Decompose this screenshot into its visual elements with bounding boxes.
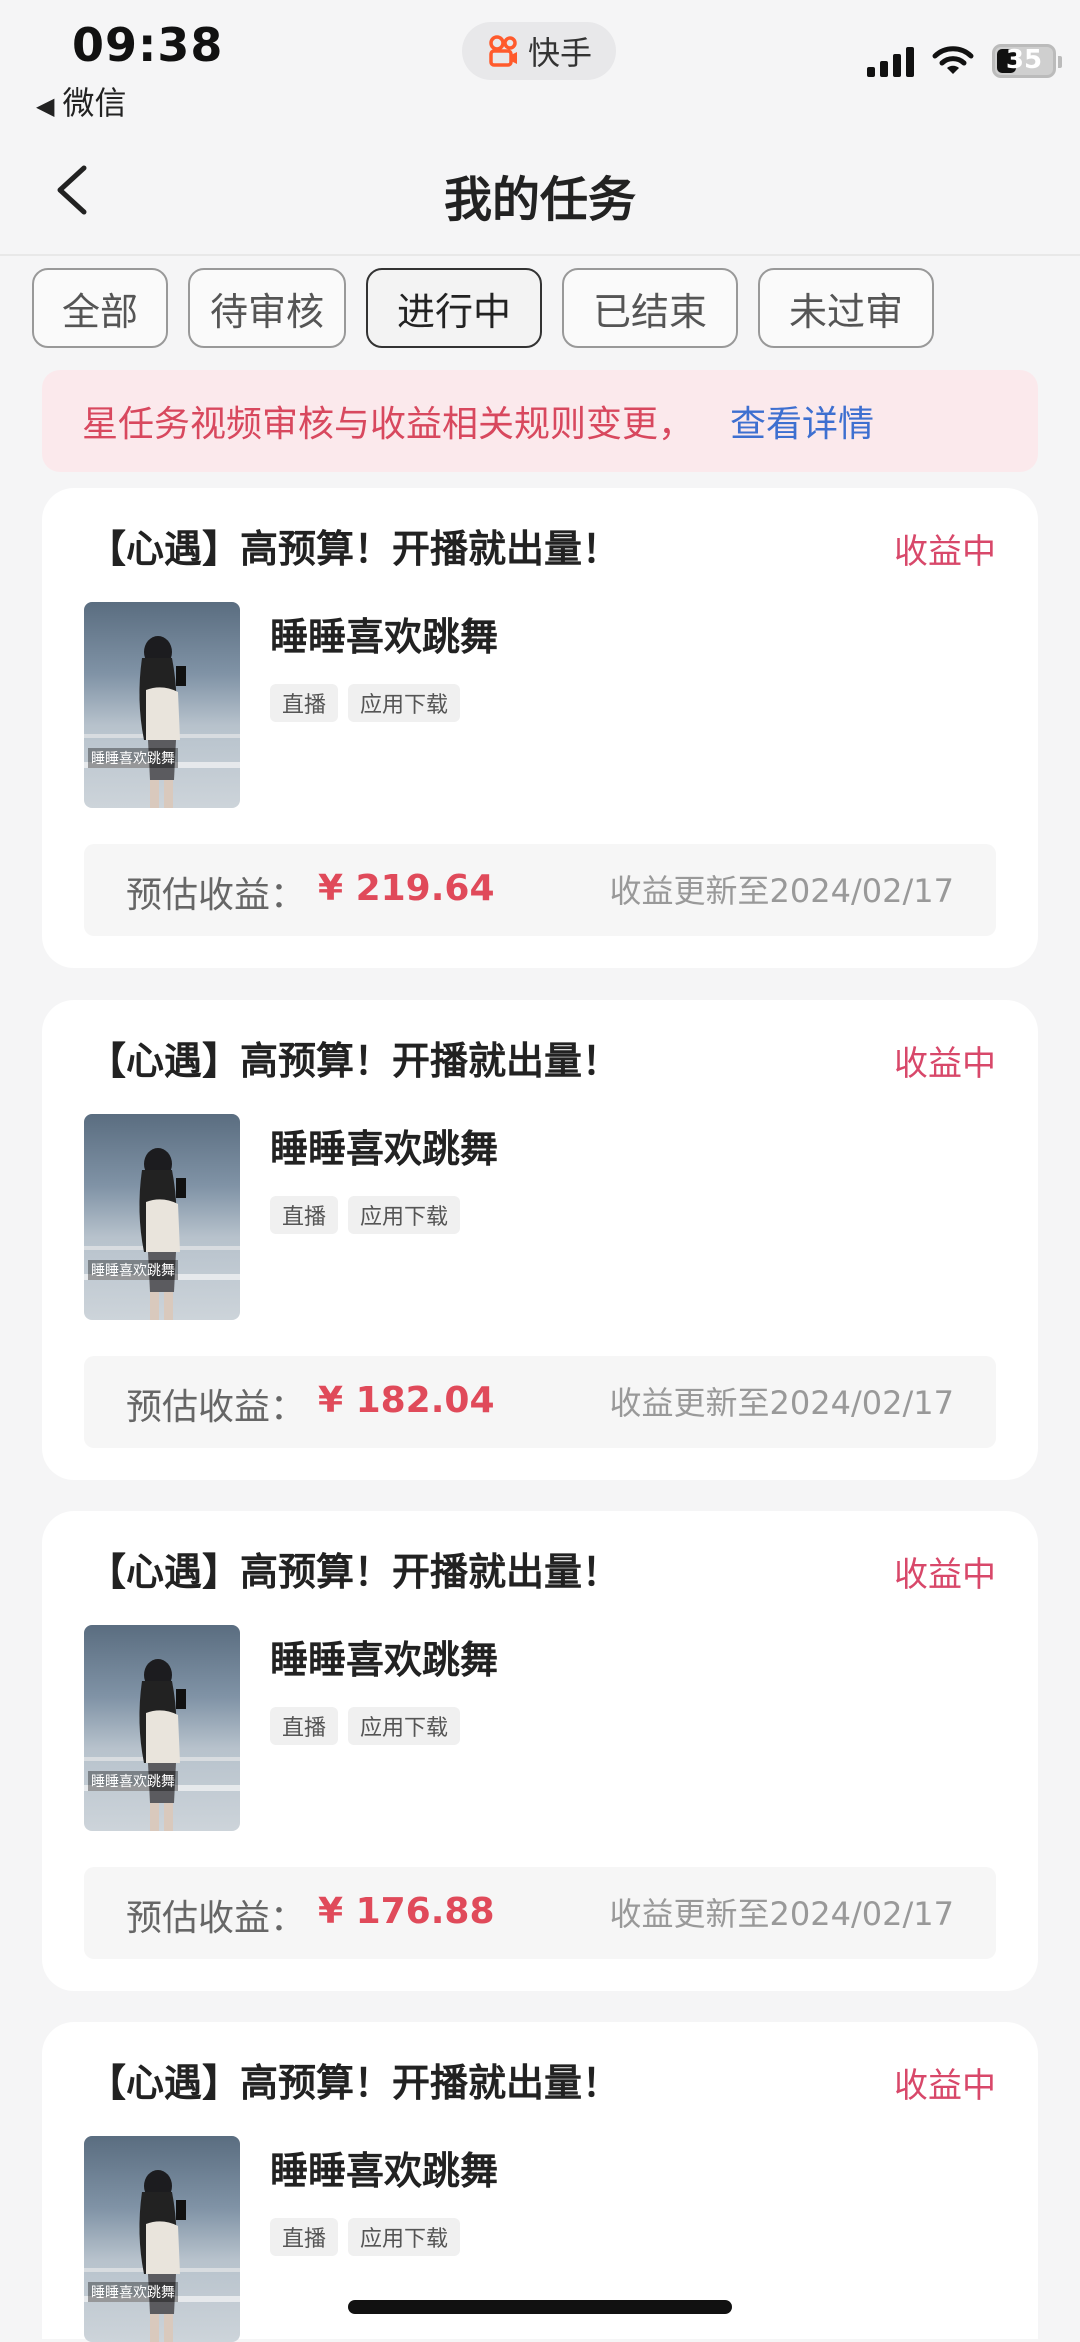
task-status: 收益中 [894, 532, 996, 572]
status-bar: 09:38 ◀ 微信 快手 35 [0, 0, 1080, 130]
task-thumbnail: 睡睡喜欢跳舞 [84, 602, 240, 808]
task-tags: 直播 应用下载 [270, 1707, 461, 1745]
earnings-value: ¥ 182.04 [318, 1380, 495, 1421]
task-card[interactable]: 【心遇】高预算！开播就出量！ 收益中 睡睡喜欢跳舞 睡睡喜欢跳舞 直播 应用下载… [42, 1000, 1038, 1480]
task-title: 【心遇】高预算！开播就出量！ [88, 1550, 621, 1594]
app-indicator-pill: 快手 [462, 22, 616, 80]
task-status: 收益中 [894, 1555, 996, 1595]
back-triangle-icon: ◀ [36, 92, 55, 120]
tag-app-download: 应用下载 [348, 684, 461, 722]
earnings-label: 预估收益： [126, 875, 307, 916]
back-app-label: 微信 [62, 84, 127, 122]
earnings-value: ¥ 219.64 [318, 868, 495, 909]
creator-name: 睡睡喜欢跳舞 [270, 615, 499, 659]
page-title: 我的任务 [443, 172, 636, 228]
earnings-update-date: 收益更新至2024/02/17 [609, 1384, 954, 1422]
task-card[interactable]: 【心遇】高预算！开播就出量！ 收益中 睡睡喜欢跳舞 睡睡喜欢跳舞 直播 应用下载… [42, 1511, 1038, 1991]
kuaishou-logo-icon [489, 35, 517, 67]
tag-app-download: 应用下载 [348, 1707, 461, 1745]
cellular-signal-icon [867, 45, 914, 77]
tag-live: 直播 [270, 2218, 339, 2256]
tab-in-progress[interactable]: 进行中 [366, 268, 542, 348]
battery-percent: 35 [1005, 45, 1043, 75]
earnings-label: 预估收益： [126, 1387, 307, 1428]
task-card[interactable]: 【心遇】高预算！开播就出量！ 收益中 睡睡喜欢跳舞 睡睡喜欢跳舞 直播 应用下载… [42, 488, 1038, 968]
creator-name: 睡睡喜欢跳舞 [270, 1127, 499, 1171]
thumbnail-caption: 睡睡喜欢跳舞 [88, 2282, 178, 2302]
earnings-box: 预估收益： ¥ 182.04 收益更新至2024/02/17 [84, 1356, 996, 1448]
task-tags: 直播 应用下载 [270, 684, 461, 722]
task-status: 收益中 [894, 1044, 996, 1084]
tag-live: 直播 [270, 1707, 339, 1745]
tag-live: 直播 [270, 684, 339, 722]
view-details-link[interactable]: 查看详情 [730, 395, 874, 447]
back-to-app-link[interactable]: ◀ 微信 [36, 78, 126, 124]
tag-live: 直播 [270, 1196, 339, 1234]
nav-bar: 我的任务 [0, 130, 1080, 256]
earnings-label: 预估收益： [126, 1898, 307, 1939]
task-title: 【心遇】高预算！开播就出量！ [88, 527, 621, 571]
status-time: 09:38 [72, 18, 224, 72]
tab-all[interactable]: 全部 [32, 268, 168, 348]
thumbnail-caption: 睡睡喜欢跳舞 [88, 1260, 178, 1280]
thumbnail-caption: 睡睡喜欢跳舞 [88, 1771, 178, 1791]
task-status: 收益中 [894, 2066, 996, 2106]
tag-app-download: 应用下载 [348, 1196, 461, 1234]
task-title: 【心遇】高预算！开播就出量！ [88, 1039, 621, 1083]
earnings-box: 预估收益： ¥ 176.88 收益更新至2024/02/17 [84, 1867, 996, 1959]
wifi-icon [932, 46, 974, 74]
tab-pending-review[interactable]: 待审核 [188, 268, 346, 348]
battery-icon: 35 [992, 44, 1062, 78]
status-icons: 35 [867, 44, 1062, 78]
tab-rejected[interactable]: 未过审 [758, 268, 934, 348]
task-card[interactable]: 【心遇】高预算！开播就出量！ 收益中 睡睡喜欢跳舞 睡睡喜欢跳舞 直播 应用下载 [42, 2022, 1038, 2342]
tag-app-download: 应用下载 [348, 2218, 461, 2256]
earnings-update-date: 收益更新至2024/02/17 [609, 872, 954, 910]
app-indicator-label: 快手 [527, 34, 592, 72]
task-title: 【心遇】高预算！开播就出量！ [88, 2061, 621, 2105]
task-thumbnail: 睡睡喜欢跳舞 [84, 1625, 240, 1831]
creator-name: 睡睡喜欢跳舞 [270, 2149, 499, 2193]
creator-name: 睡睡喜欢跳舞 [270, 1638, 499, 1682]
earnings-box: 预估收益： ¥ 219.64 收益更新至2024/02/17 [84, 844, 996, 936]
rule-change-notice: 星任务视频审核与收益相关规则变更， 查看详情 [42, 370, 1038, 472]
task-tags: 直播 应用下载 [270, 2218, 461, 2256]
tab-ended[interactable]: 已结束 [562, 268, 738, 348]
filter-tabs: 全部 待审核 进行中 已结束 未过审 [32, 268, 934, 348]
task-thumbnail: 睡睡喜欢跳舞 [84, 2136, 240, 2342]
earnings-value: ¥ 176.88 [318, 1891, 495, 1932]
notice-text: 星任务视频审核与收益相关规则变更， [82, 404, 695, 445]
earnings-update-date: 收益更新至2024/02/17 [609, 1895, 954, 1933]
task-tags: 直播 应用下载 [270, 1196, 461, 1234]
task-thumbnail: 睡睡喜欢跳舞 [84, 1114, 240, 1320]
thumbnail-caption: 睡睡喜欢跳舞 [88, 748, 178, 768]
home-indicator[interactable] [348, 2300, 732, 2314]
